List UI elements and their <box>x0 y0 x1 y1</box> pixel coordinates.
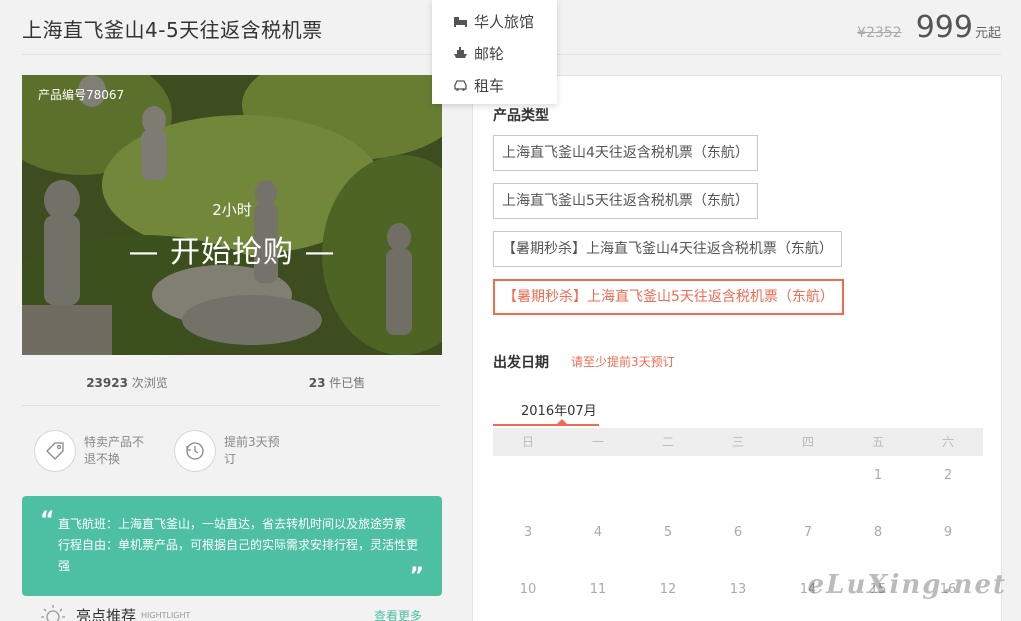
product-type-option-1[interactable]: 上海直飞釜山4天往返含税机票（东航） <box>493 135 758 171</box>
see-more-link[interactable]: 查看更多 <box>374 607 422 621</box>
feature-book-ahead-text: 提前3天预订 <box>224 435 280 466</box>
calendar-day-empty <box>773 456 843 513</box>
menu-item-cruise-label: 邮轮 <box>474 44 505 63</box>
calendar-day-empty <box>493 456 563 513</box>
calendar-day[interactable]: 3 <box>493 513 563 570</box>
month-tab-caret <box>557 419 567 424</box>
weekday-sat: 六 <box>941 435 954 449</box>
weekday-mon: 一 <box>591 435 604 449</box>
hotel-icon <box>452 14 468 28</box>
product-id: 产品编号78067 <box>38 88 125 102</box>
menu-item-cruise[interactable]: 邮轮 <box>432 37 557 69</box>
menu-item-car-rental[interactable]: 租车 <box>432 69 557 101</box>
sold-stat: 23 件已售 <box>232 374 442 391</box>
quote-line-direct-flight: 直飞航班：上海直飞釜山，一站直达，省去转机时间以及旅途劳累 <box>58 517 407 531</box>
highlights-header: 亮点推荐 HIGHTLIGHT 查看更多 <box>40 604 442 621</box>
countdown-timer: 2小时 <box>212 201 252 219</box>
calendar-day[interactable]: 7 <box>773 513 843 570</box>
sold-label: 件已售 <box>325 376 366 390</box>
price-box: ¥2352 999 元起 <box>857 10 1001 45</box>
weekday-tue: 二 <box>661 435 674 449</box>
booking-hint: 请至少提前3天预订 <box>571 355 675 369</box>
calendar-day-empty <box>563 456 633 513</box>
stats-divider <box>22 405 440 406</box>
price-suffix: 元起 <box>974 26 1001 41</box>
menu-item-hotel[interactable]: 华人旅馆 <box>432 5 557 37</box>
menu-item-car-rental-label: 租车 <box>474 76 505 95</box>
product-highlight-quote: “ 直飞航班：上海直飞釜山，一站直达，省去转机时间以及旅途劳累 行程自由：单机票… <box>22 496 442 596</box>
views-stat: 23923 次浏览 <box>22 374 232 391</box>
feature-book-ahead: 提前3天预订 <box>174 430 286 472</box>
sale-price: 999 <box>915 10 973 45</box>
weekday-sun: 日 <box>521 435 534 449</box>
highlights-title: 亮点推荐 <box>76 606 137 621</box>
calendar-day[interactable]: 1 <box>843 456 913 513</box>
feature-badges: 特卖产品不退不换 提前3天预订 <box>34 430 286 472</box>
quote-open-mark: “ <box>40 508 55 533</box>
feature-no-refund: 特卖产品不退不换 <box>34 430 146 472</box>
month-tab[interactable]: 2016年07月 <box>521 400 597 419</box>
calendar-day[interactable]: 8 <box>843 513 913 570</box>
weekday-fri: 五 <box>871 435 884 449</box>
highlights-subtitle: HIGHTLIGHT <box>141 610 191 620</box>
sun-icon <box>40 603 66 621</box>
calendar-day[interactable]: 4 <box>563 513 633 570</box>
calendar-day-empty <box>633 456 703 513</box>
product-type-option-4-selected[interactable]: 【暑期秒杀】上海直飞釜山5天往返含税机票（东航） <box>493 279 844 315</box>
sold-count: 23 <box>308 376 326 390</box>
calendar-day-empty <box>703 456 773 513</box>
page-title: 上海直飞釜山4-5天往返含税机票 <box>22 18 323 42</box>
calendar-day[interactable]: 13 <box>703 570 773 621</box>
booking-panel: 产品类型 上海直飞釜山4天往返含税机票（东航） 上海直飞釜山5天往返含税机票（东… <box>472 75 1002 621</box>
tag-icon <box>34 430 76 472</box>
menu-item-hotel-label: 华人旅馆 <box>474 12 535 31</box>
weekday-wed: 三 <box>731 435 744 449</box>
product-type-option-3[interactable]: 【暑期秒杀】上海直飞釜山4天往返含税机票（东航） <box>493 231 842 267</box>
departure-date-label: 出发日期 <box>493 355 549 371</box>
calendar-day[interactable]: 10 <box>493 570 563 621</box>
product-type-option-2[interactable]: 上海直飞釜山5天往返含税机票（东航） <box>493 183 758 219</box>
product-stats: 23923 次浏览 23 件已售 <box>22 374 442 391</box>
start-buying-label: — 开始抢购 — <box>128 235 336 270</box>
calendar-day[interactable]: 11 <box>563 570 633 621</box>
views-label: 次浏览 <box>127 376 168 390</box>
calendar-day[interactable]: 5 <box>633 513 703 570</box>
calendar-day[interactable]: 6 <box>703 513 773 570</box>
quote-close-mark: ” <box>409 564 424 589</box>
cruise-ship-icon <box>452 46 468 60</box>
product-hero-image[interactable]: 产品编号78067 2小时 — 开始抢购 — <box>22 75 442 355</box>
month-tab-underline <box>493 424 599 426</box>
calendar-day[interactable]: 12 <box>633 570 703 621</box>
views-count: 23923 <box>86 376 128 390</box>
quote-line-free-itinerary: 行程自由：单机票产品，可根据自己的实际需求安排行程，灵活性更强 <box>58 538 419 573</box>
calendar-weekday-header: 日 一 二 三 四 五 六 <box>493 428 983 456</box>
clock-history-icon <box>174 430 216 472</box>
calendar-day[interactable]: 2 <box>913 456 983 513</box>
weekday-thu: 四 <box>801 435 814 449</box>
site-watermark: eLuXing.net <box>807 570 1007 600</box>
product-type-label: 产品类型 <box>493 108 549 124</box>
car-icon <box>452 78 468 92</box>
nav-dropdown-menu: 华人旅馆 邮轮 租车 <box>432 0 557 104</box>
calendar-day[interactable]: 9 <box>913 513 983 570</box>
original-price: ¥2352 <box>857 25 902 41</box>
feature-no-refund-text: 特卖产品不退不换 <box>84 435 145 466</box>
